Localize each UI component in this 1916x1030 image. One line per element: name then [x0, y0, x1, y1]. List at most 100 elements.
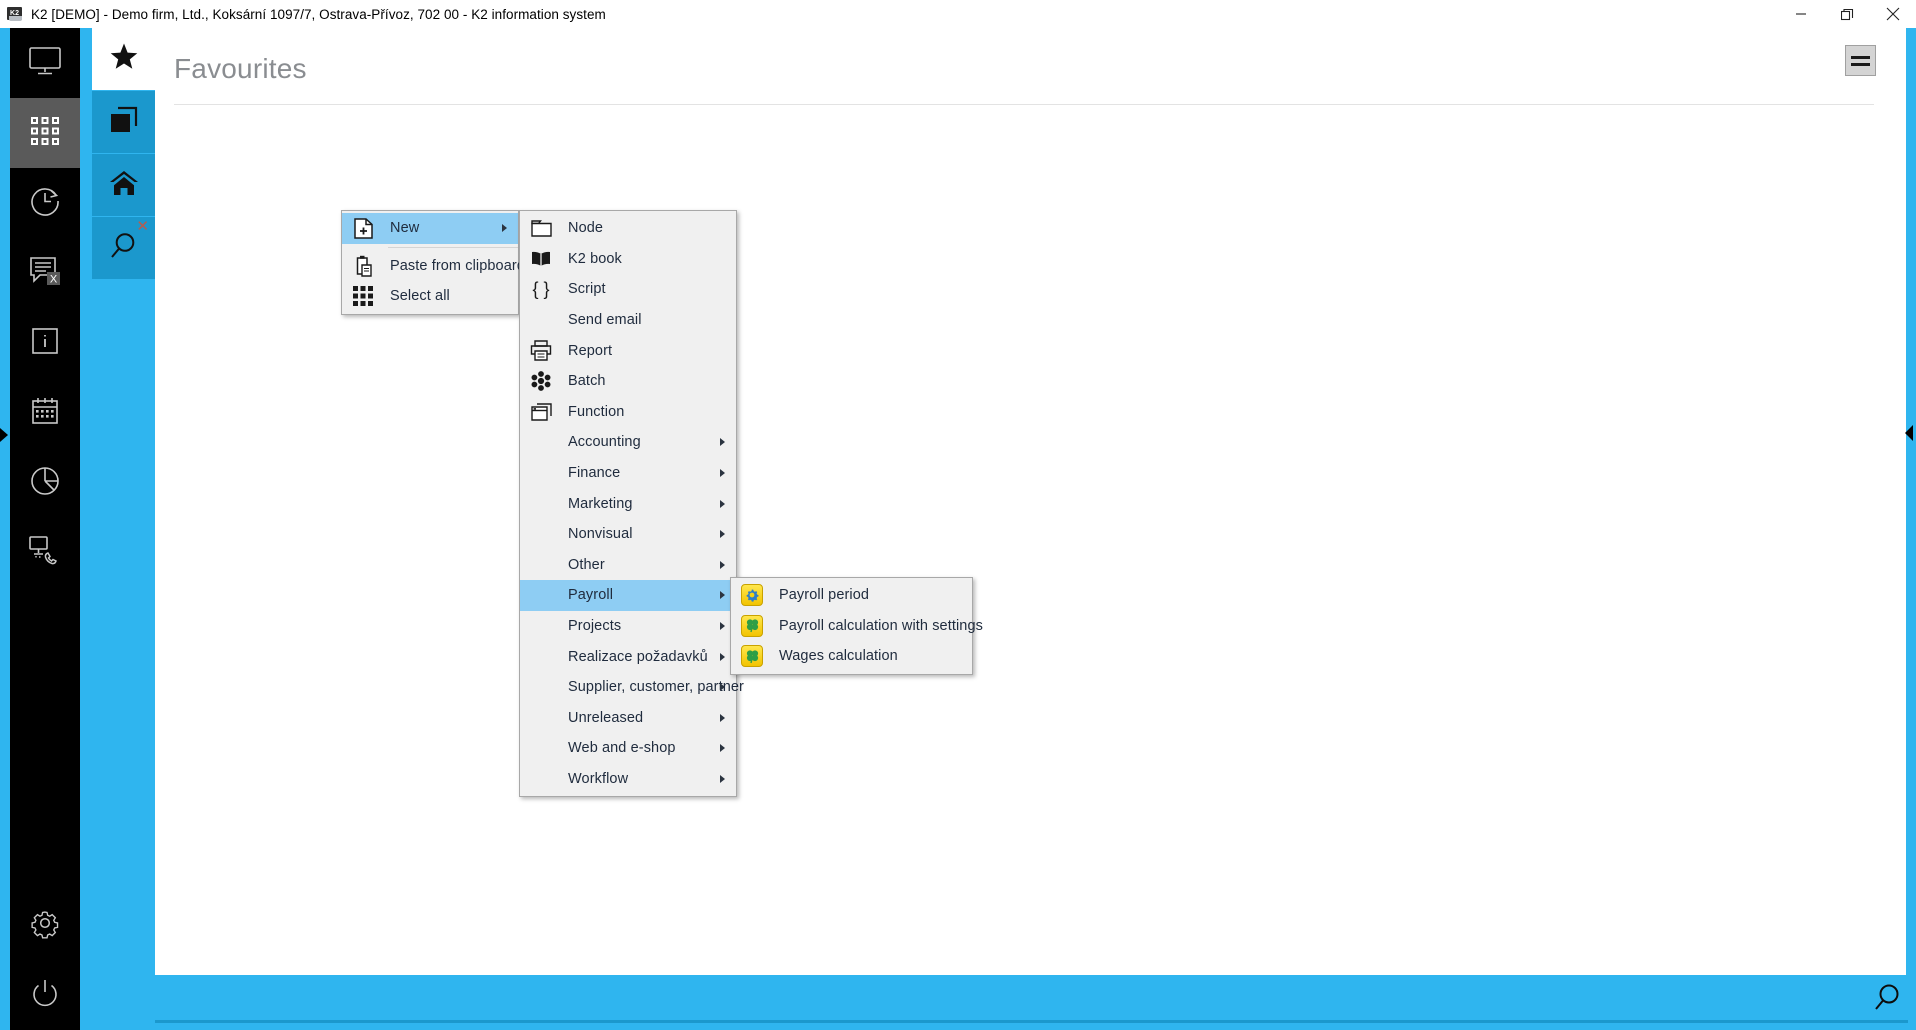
no-icon	[526, 613, 556, 639]
chevron-right-icon	[720, 774, 725, 783]
menu-item-nonvisual[interactable]: Nonvisual	[520, 519, 736, 550]
collapse-right-arrow-icon[interactable]	[1905, 425, 1913, 441]
menu-item-workflow[interactable]: Workflow	[520, 764, 736, 795]
sidebar-item-modules[interactable]	[10, 98, 80, 168]
menu-item-label: Select all	[390, 288, 450, 305]
menu-item-label: Batch	[568, 373, 606, 390]
menu-item-label: Realizace požadavků	[568, 648, 708, 665]
hamburger-menu-button[interactable]	[1845, 45, 1876, 76]
menu-item-new[interactable]: New	[342, 213, 518, 244]
menu-item-function[interactable]: Function	[520, 397, 736, 428]
menu-item-label: Paste from clipboard	[390, 257, 525, 274]
tab-search[interactable]: ✕	[92, 217, 155, 280]
sidebar-item-messages[interactable]: X	[10, 238, 80, 308]
menu-item-payroll[interactable]: Payroll	[520, 580, 736, 611]
chevron-right-icon	[502, 224, 507, 233]
sidebar-item-reports[interactable]	[10, 448, 80, 518]
no-icon	[526, 735, 556, 761]
menu-item-report[interactable]: Report	[520, 335, 736, 366]
menu-item-k2-book[interactable]: K2 book	[520, 244, 736, 275]
tab-windows[interactable]	[92, 91, 155, 154]
menu-item-label: Payroll calculation with settings	[779, 617, 983, 634]
tab-rail: ✕	[80, 28, 155, 1030]
tab-close-icon[interactable]: ✕	[136, 219, 149, 234]
no-icon	[526, 429, 556, 455]
menu-item-label: Nonvisual	[568, 526, 633, 543]
menu-item-projects[interactable]: Projects	[520, 611, 736, 642]
tab-favourites[interactable]	[92, 28, 155, 91]
no-icon	[526, 460, 556, 486]
menu-item-label: K2 book	[568, 250, 622, 267]
close-button[interactable]	[1870, 0, 1916, 28]
k2-app-icon: K2	[7, 6, 23, 22]
menu-item-send-email[interactable]: Send email	[520, 305, 736, 336]
sidebar-item-power[interactable]	[10, 960, 80, 1030]
sidebar-item-desktop[interactable]	[10, 28, 80, 98]
sidebar-item-calendar[interactable]	[10, 378, 80, 448]
clipboard-paste-icon	[348, 253, 378, 279]
no-icon	[526, 766, 556, 792]
menu-item-label: Payroll	[568, 587, 614, 604]
application-window: K2 K2 [DEMO] - Demo firm, Ltd., Koksární…	[0, 0, 1916, 1030]
book-icon	[526, 246, 556, 272]
menu-item-wages-calculation[interactable]: Wages calculation	[731, 641, 972, 672]
no-icon	[526, 552, 556, 578]
status-bar-search-button[interactable]	[1868, 981, 1904, 1017]
chevron-right-icon	[720, 713, 725, 722]
menu-item-label: Marketing	[568, 495, 633, 512]
batch-dots-icon	[526, 368, 556, 394]
menu-item-payroll-period[interactable]: Payroll period	[731, 580, 972, 611]
yellow-clover-icon	[737, 613, 767, 639]
rail-bottom-group	[10, 890, 80, 1030]
no-icon	[526, 644, 556, 670]
gear-icon	[29, 907, 61, 944]
menu-item-label: Workflow	[568, 770, 629, 787]
minimize-button[interactable]	[1778, 0, 1824, 28]
monitor-icon	[28, 46, 62, 81]
menu-item-batch[interactable]: Batch	[520, 366, 736, 397]
expand-rail-arrow-icon[interactable]	[0, 428, 8, 442]
menu-item-payroll-calculation-with-settings[interactable]: Payroll calculation with settings	[731, 611, 983, 642]
sidebar-item-settings[interactable]	[10, 890, 80, 960]
hamburger-icon-line-1	[1851, 55, 1870, 59]
menu-item-label: New	[390, 220, 420, 237]
no-icon	[526, 307, 556, 333]
menu-item-select-all[interactable]: Select all	[342, 281, 518, 312]
menu-item-label: Projects	[568, 618, 622, 635]
menu-item-finance[interactable]: Finance	[520, 458, 736, 489]
menu-item-realizace-pozadavku[interactable]: Realizace požadavků	[520, 641, 736, 672]
tab-home[interactable]	[92, 154, 155, 217]
menu-item-script[interactable]: { } Script	[520, 274, 736, 305]
printer-icon	[526, 338, 556, 364]
menu-item-label: Script	[568, 281, 606, 298]
menu-item-label: Report	[568, 342, 613, 359]
star-icon	[110, 43, 138, 75]
select-all-grid-icon	[348, 283, 378, 309]
sidebar-item-history[interactable]	[10, 168, 80, 238]
folder-icon	[526, 215, 556, 241]
title-divider	[174, 104, 1874, 105]
menu-item-paste-from-clipboard[interactable]: Paste from clipboard	[342, 251, 525, 282]
window-title: K2 [DEMO] - Demo firm, Ltd., Koksární 10…	[31, 6, 606, 22]
monitor-phone-icon	[28, 535, 62, 572]
status-bar	[80, 975, 1916, 1030]
menu-item-label: Node	[568, 220, 604, 237]
menu-item-accounting[interactable]: Accounting	[520, 427, 736, 458]
maximize-button[interactable]	[1824, 0, 1870, 28]
menu-item-other[interactable]: Other	[520, 550, 736, 581]
chevron-right-icon	[720, 560, 725, 569]
no-icon	[526, 491, 556, 517]
sidebar-item-remote-support[interactable]	[10, 518, 80, 588]
title-bar: K2 K2 [DEMO] - Demo firm, Ltd., Koksární…	[0, 0, 1916, 28]
window-controls	[1778, 0, 1916, 28]
menu-item-unreleased[interactable]: Unreleased	[520, 703, 736, 734]
magnifier-icon	[109, 231, 139, 266]
menu-item-marketing[interactable]: Marketing	[520, 488, 736, 519]
menu-item-web-and-eshop[interactable]: Web and e-shop	[520, 733, 736, 764]
menu-item-node[interactable]: Node	[520, 213, 736, 244]
new-document-icon	[348, 215, 378, 241]
sidebar-item-information[interactable]	[10, 308, 80, 378]
pie-chart-icon	[29, 465, 61, 502]
menu-item-label: Supplier, customer, partner	[568, 679, 744, 696]
menu-item-supplier-customer-partner[interactable]: Supplier, customer, partner	[520, 672, 744, 703]
